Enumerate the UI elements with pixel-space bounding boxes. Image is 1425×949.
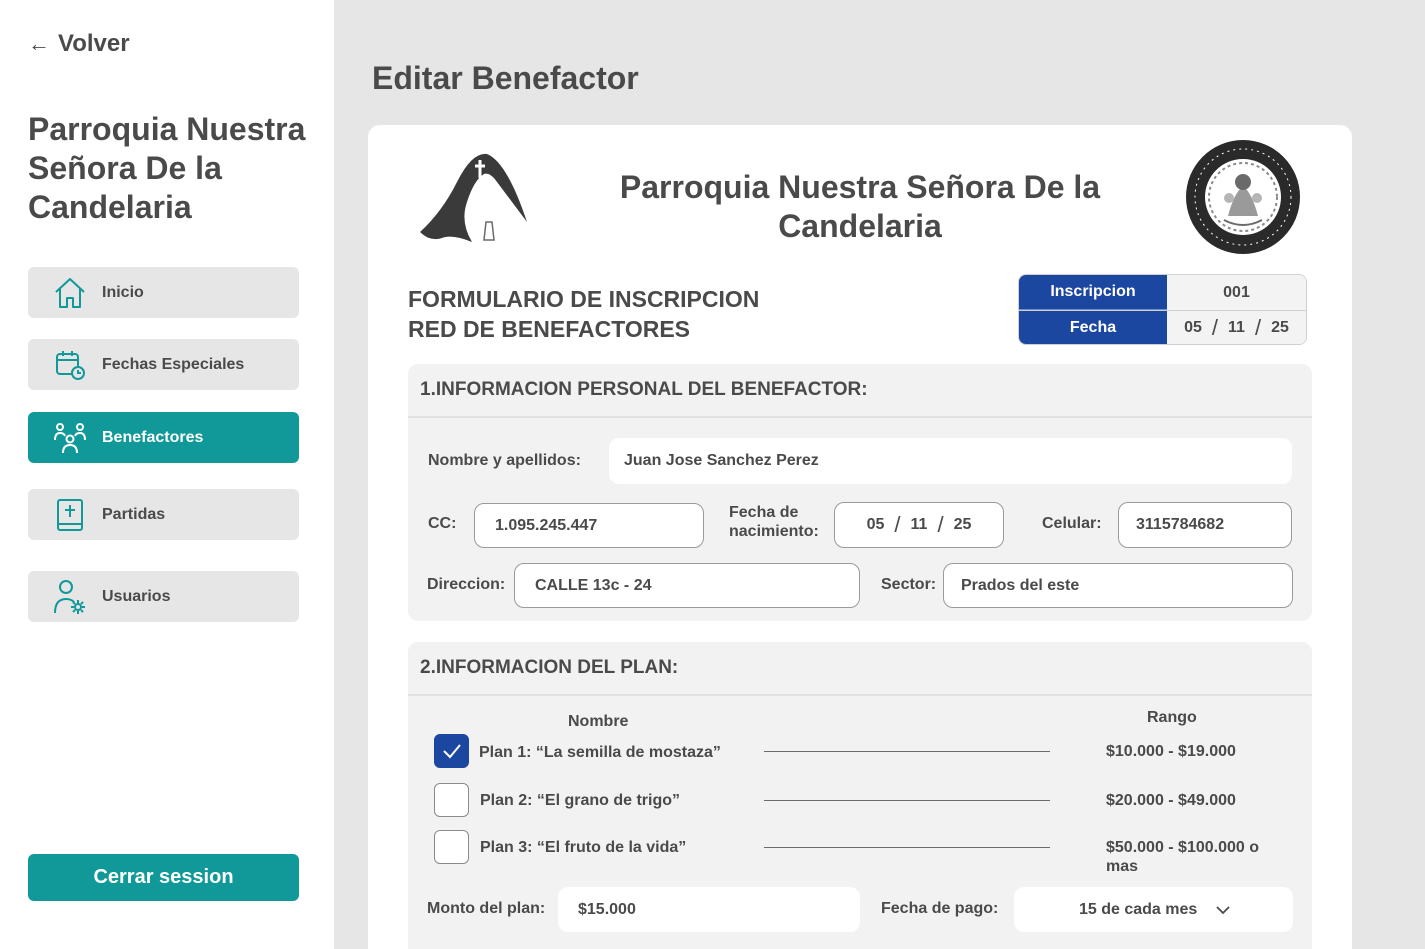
sidebar-item-label: Inicio (102, 283, 144, 301)
plan-2-range: $20.000 - $49.000 (1106, 792, 1236, 809)
registration-row: Inscripcion 001 (1019, 275, 1306, 310)
sidebar-item-partidas[interactable]: Partidas (28, 489, 299, 540)
date-month: 11 (910, 516, 928, 533)
sidebar-item-label: Usuarios (102, 587, 171, 605)
cc-label: CC: (428, 515, 457, 532)
sidebar-item-usuarios[interactable]: Usuarios (28, 571, 299, 622)
sector-value: Prados del este (961, 576, 1080, 594)
sidebar-item-inicio[interactable]: Inicio (28, 267, 299, 318)
sidebar-title: Parroquia Nuestra Señora De la Candelari… (28, 111, 306, 225)
name-label: Nombre y apellidos: (428, 452, 581, 469)
parish-title: Parroquia Nuestra Señora De la Candelari… (619, 169, 1101, 244)
amount-value: $15.000 (578, 900, 636, 918)
birth-date-label-line: nacimiento: (729, 523, 819, 540)
date-year: 25 (953, 516, 972, 533)
phone-label: Celular: (1042, 515, 1102, 532)
inscripcion-number: 001 (1223, 283, 1250, 301)
section-heading: 1.INFORMACION PERSONAL DEL BENEFACTOR: (408, 364, 1312, 418)
plan-name-column-header: Nombre (568, 713, 629, 730)
address-value: CALLE 13c - 24 (535, 576, 652, 594)
plan-2-checkbox[interactable] (434, 783, 469, 817)
address-field[interactable]: CALLE 13c - 24 (514, 563, 860, 608)
cc-value: 1.095.245.447 (495, 516, 598, 534)
check-icon (442, 744, 461, 759)
amount-field[interactable]: $15.000 (558, 887, 860, 932)
sector-field[interactable]: Prados del este (943, 563, 1293, 608)
inscripcion-label: Inscripcion (1019, 275, 1167, 310)
plan-1-name: Plan 1: “La semilla de mostaza” (479, 744, 721, 761)
calendar-clock-icon (50, 345, 90, 385)
sidebar-item-label: Fechas Especiales (102, 355, 245, 373)
date-separator: / (937, 512, 944, 537)
phone-value: 3115784682 (1136, 516, 1225, 533)
sidebar-item-label: Benefactores (102, 428, 204, 446)
payment-date-label: Fecha de pago: (881, 900, 999, 917)
date-separator: / (1254, 315, 1262, 340)
date-separator: / (1211, 315, 1219, 340)
sidebar-item-fechas-especiales[interactable]: Fechas Especiales (28, 339, 299, 390)
sidebar-item-benefactores[interactable]: Benefactores (28, 412, 299, 463)
arrow-left-icon: ← (28, 31, 50, 56)
plan-divider-line (764, 847, 1050, 848)
date-year: 25 (1271, 319, 1289, 336)
benefactors-seal-logo (1184, 138, 1302, 256)
parish-logo (412, 142, 537, 252)
date-month: 11 (1228, 319, 1245, 336)
date-day: 05 (866, 516, 885, 533)
form-title-line: RED DE BENEFACTORES (408, 316, 691, 342)
registration-row: Fecha 05 / 11 / 25 (1019, 310, 1306, 344)
sidebar: ← Volver Parroquia Nuestra Señora De la … (0, 0, 334, 949)
page-title: Editar Benefactor (372, 60, 639, 96)
plan-1-range: $10.000 - $19.000 (1106, 743, 1236, 760)
back-label: Volver (58, 30, 130, 57)
payment-date-select[interactable]: 15 de cada mes (1014, 887, 1293, 932)
inscripcion-value[interactable]: 001 (1167, 275, 1306, 310)
birth-date-label-line: Fecha de (729, 504, 799, 521)
address-label: Direccion: (427, 576, 506, 593)
back-button[interactable]: ← Volver (28, 30, 130, 58)
payment-date-value: 15 de cada mes (1079, 900, 1198, 918)
plan-divider-line (764, 800, 1050, 801)
phone-field[interactable]: 3115784682 (1118, 502, 1292, 548)
form-title: FORMULARIO DE INSCRIPCION RED DE BENEFAC… (408, 284, 759, 344)
cc-field[interactable]: 1.095.245.447 (474, 503, 704, 548)
chevron-down-icon (1216, 905, 1230, 914)
plan-2-name: Plan 2: “El grano de trigo” (480, 792, 681, 809)
registration-table: Inscripcion 001 Fecha 05 / 11 / 25 (1018, 274, 1307, 345)
plan-range-column-header: Rango (1147, 709, 1197, 726)
birth-date-field[interactable]: 05 / 11 / 25 (834, 502, 1004, 548)
name-field[interactable]: Juan Jose Sanchez Perez (609, 438, 1292, 484)
amount-label: Monto del plan: (427, 900, 546, 917)
sidebar-item-label: Partidas (102, 505, 166, 523)
plan-3-name: Plan 3: “El fruto de la vida” (480, 839, 687, 856)
date-separator: / (894, 512, 901, 537)
section-heading: 2.INFORMACION DEL PLAN: (408, 642, 1312, 696)
birth-date-label: Fecha de nacimiento: (729, 503, 819, 541)
form-title-line: FORMULARIO DE INSCRIPCION (408, 286, 760, 312)
registration-date-field[interactable]: 05 / 11 / 25 (1167, 311, 1306, 344)
book-icon (50, 495, 90, 535)
sector-label: Sector: (881, 576, 937, 593)
plan-3-range: $50.000 - $100.000 o mas (1106, 839, 1260, 875)
home-icon (50, 273, 90, 313)
logout-button[interactable]: Cerrar session (28, 854, 299, 901)
plan-3-checkbox[interactable] (434, 830, 469, 864)
date-day: 05 (1184, 319, 1202, 336)
plan-1-checkbox[interactable] (434, 734, 469, 768)
user-settings-icon (50, 577, 90, 617)
users-icon (50, 418, 90, 458)
plan-divider-line (764, 751, 1050, 752)
fecha-label: Fecha (1019, 311, 1167, 344)
name-value: Juan Jose Sanchez Perez (624, 452, 819, 469)
